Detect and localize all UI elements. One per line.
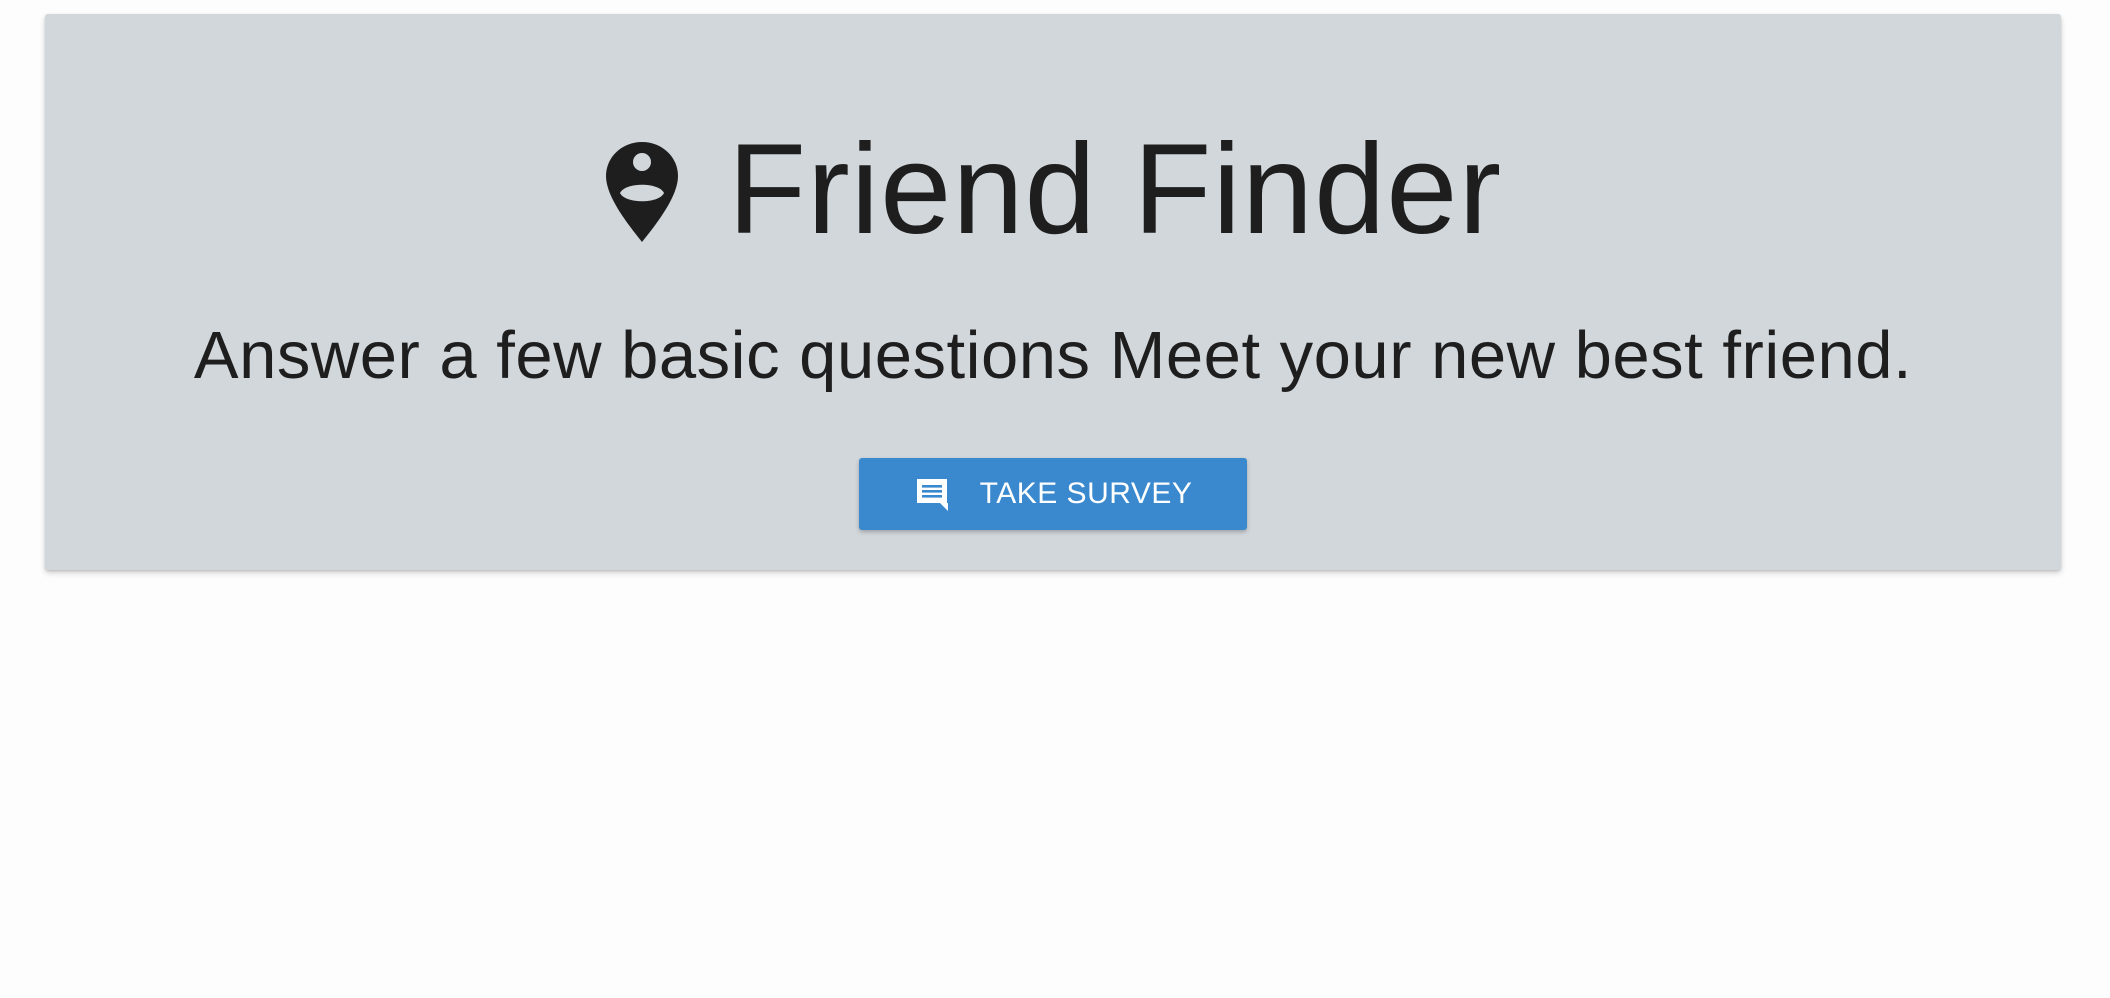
take-survey-label: TAKE SURVEY bbox=[979, 477, 1193, 510]
person-pin-icon bbox=[605, 142, 678, 242]
hero-jumbotron: Friend Finder Answer a few basic questio… bbox=[45, 14, 2061, 570]
page-title: Friend Finder bbox=[727, 118, 1503, 261]
take-survey-button[interactable]: TAKE SURVEY bbox=[859, 458, 1247, 530]
page-subtitle: Answer a few basic questions Meet your n… bbox=[193, 318, 1913, 393]
chat-bubble-icon bbox=[916, 479, 948, 511]
title-row: Friend Finder bbox=[45, 126, 2061, 254]
